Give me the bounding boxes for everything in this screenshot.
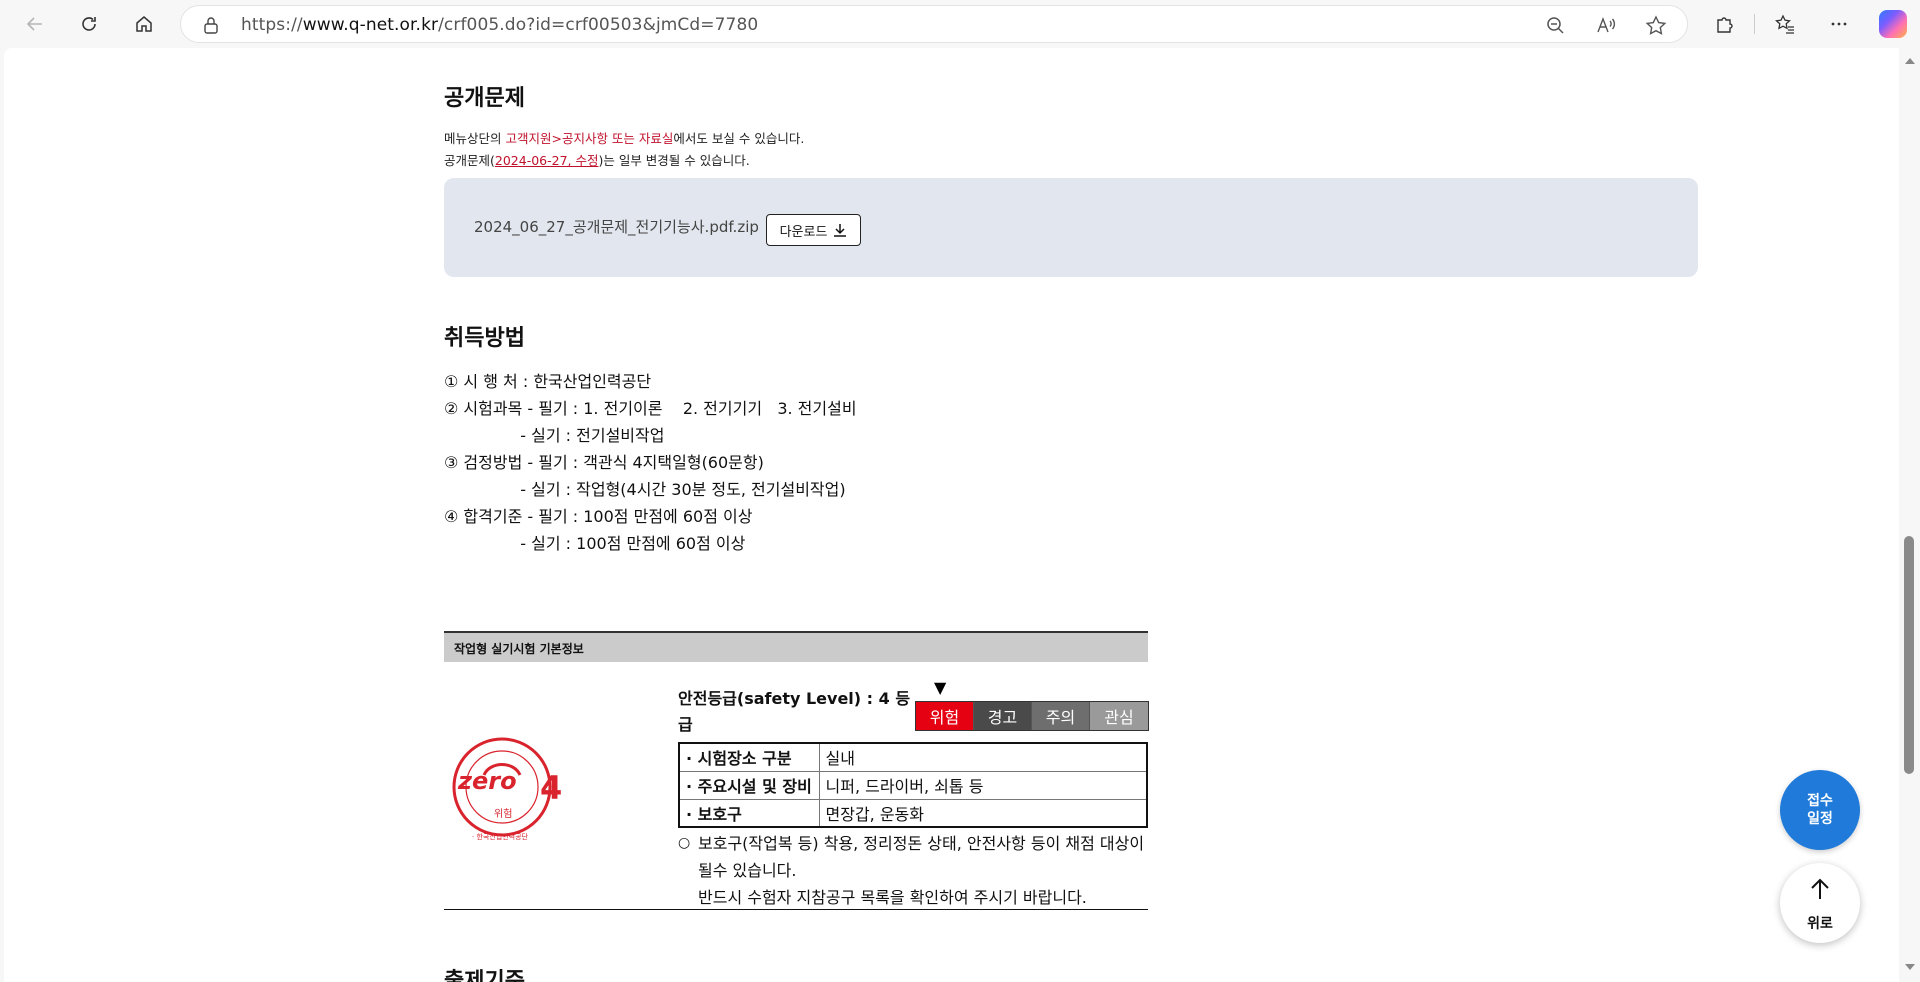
practical-note: ○ 보호구(작업복 등) 착용, 정리정돈 상태, 안전사항 등이 채점 대상이…	[678, 830, 1148, 911]
download-box: 2024_06_27_공개문제_전기기능사.pdf.zip 다운로드	[444, 178, 1698, 277]
notice-line-1: 메뉴상단의 고객지원>공지사항 또는 자료실에서도 보실 수 있습니다.	[444, 131, 805, 146]
acquisition-line: ② 시험과목 - 필기 : 1. 전기이론 2. 전기기기 3. 전기설비	[444, 399, 857, 418]
acquisition-title: 취득방법	[444, 325, 525, 350]
level-danger: 위험	[916, 702, 974, 730]
home-icon	[136, 16, 152, 32]
read-aloud-icon[interactable]	[1595, 15, 1617, 35]
back-arrow-icon	[26, 17, 42, 31]
acquisition-line: ① 시 행 처 : 한국산업인력공단	[444, 372, 652, 391]
level-warning: 경고	[974, 702, 1032, 730]
scroll-thumb[interactable]	[1904, 536, 1914, 774]
address-bar[interactable]: https://www.q-net.or.kr/crf005.do?id=crf…	[180, 5, 1688, 43]
lock-icon	[204, 17, 218, 34]
page-viewport: 공개문제 메뉴상단의 고객지원>공지사항 또는 자료실에서도 보실 수 있습니다…	[4, 48, 1899, 982]
table-key: · 주요시설 및 장비	[678, 770, 820, 800]
download-button[interactable]: 다운로드	[766, 214, 861, 246]
toolbar-separator	[1754, 14, 1755, 34]
svg-text:zero: zero	[457, 767, 517, 795]
bullet-icon: ○	[678, 835, 691, 851]
acquisition-line: ④ 합격기준 - 필기 : 100점 만점에 60점 이상	[444, 507, 753, 526]
safety-level-scale: 위험 경고 주의 관심	[915, 701, 1149, 731]
puzzle-icon	[1717, 17, 1733, 33]
level-caution: 주의	[1032, 702, 1090, 730]
level-interest: 관심	[1090, 702, 1148, 730]
scroll-top-button[interactable]: 위로	[1780, 863, 1860, 943]
table-key: · 보호구	[678, 798, 820, 828]
refresh-icon	[82, 17, 96, 31]
file-name: 2024_06_27_공개문제_전기기능사.pdf.zip	[474, 218, 759, 236]
extensions-button[interactable]	[1707, 8, 1741, 40]
practical-info-table: · 시험장소 구분 실내 · 주요시설 및 장비 니퍼, 드라이버, 쇠톱 등 …	[678, 742, 1148, 828]
support-link[interactable]: 고객지원>공지사항 또는 자료실	[505, 131, 673, 146]
favorites-button[interactable]	[1768, 8, 1802, 40]
acquisition-line: - 실기 : 전기설비작업	[444, 426, 665, 445]
svg-text:· 한국산업인력공단: · 한국산업인력공단	[472, 832, 529, 841]
acquisition-line: - 실기 : 작업형(4시간 30분 정도, 전기설비작업)	[444, 480, 846, 499]
url-text: https://www.q-net.or.kr/crf005.do?id=crf…	[241, 15, 759, 35]
table-row: · 보호구 면장갑, 운동화	[678, 798, 1148, 828]
refresh-button[interactable]	[72, 8, 106, 40]
browser-toolbar: https://www.q-net.or.kr/crf005.do?id=crf…	[0, 0, 1920, 48]
acquisition-line: - 실기 : 100점 만점에 60점 이상	[444, 534, 746, 553]
download-icon	[834, 224, 847, 237]
safety-level-logo: zero 4 위험 · 한국산업인력공단	[444, 727, 565, 848]
scroll-up-arrow-icon[interactable]	[1905, 58, 1915, 64]
acquisition-line: ③ 검정방법 - 필기 : 객관식 4지택일형(60문항)	[444, 453, 764, 472]
acquisition-details: ① 시 행 처 : 한국산업인력공단 ② 시험과목 - 필기 : 1. 전기이론…	[444, 368, 857, 557]
notice-line-2: 공개문제(2024-06-27, 수정)는 일부 변경될 수 있습니다.	[444, 153, 750, 168]
table-key: · 시험장소 구분	[678, 742, 820, 772]
copilot-icon[interactable]	[1879, 10, 1907, 38]
more-dots-icon	[1831, 22, 1847, 26]
back-button[interactable]	[18, 8, 52, 40]
more-button[interactable]	[1822, 8, 1856, 40]
favorites-list-icon	[1775, 14, 1794, 34]
table-value: 실내	[818, 742, 1148, 772]
table-value: 니퍼, 드라이버, 쇠톱 등	[818, 770, 1148, 800]
public-questions-title: 공개문제	[444, 85, 525, 110]
page-scrollbar[interactable]	[1899, 48, 1920, 982]
favorite-star-icon[interactable]	[1645, 15, 1667, 35]
divider	[444, 909, 1148, 910]
safety-level-label: 안전등급(safety Level) : 4 등급	[678, 689, 911, 734]
home-button[interactable]	[127, 8, 161, 40]
level-pointer-icon: ▼	[934, 678, 947, 697]
schedule-button[interactable]: 접수 일정	[1780, 770, 1860, 850]
table-row: · 주요시설 및 장비 니퍼, 드라이버, 쇠톱 등	[678, 770, 1148, 800]
svg-text:위험: 위험	[494, 807, 512, 820]
scroll-down-arrow-icon[interactable]	[1905, 964, 1915, 970]
arrow-up-icon	[1811, 878, 1829, 899]
note-line-2: 반드시 수험자 지참공구 목록을 확인하여 주시기 바랍니다.	[698, 888, 1087, 907]
table-row: · 시험장소 구분 실내	[678, 742, 1148, 772]
svg-text:4: 4	[540, 769, 562, 807]
revision-date-link[interactable]: 2024-06-27, 수정	[495, 153, 599, 168]
table-value: 면장갑, 운동화	[818, 798, 1148, 828]
note-line-1: 보호구(작업복 등) 착용, 정리정돈 상태, 안전사항 등이 채점 대상이 될…	[698, 834, 1145, 880]
practical-info-header: 작업형 실기시험 기본정보	[444, 631, 1148, 662]
zoom-out-icon[interactable]	[1545, 15, 1567, 35]
criteria-title: 출제기준	[444, 968, 525, 982]
